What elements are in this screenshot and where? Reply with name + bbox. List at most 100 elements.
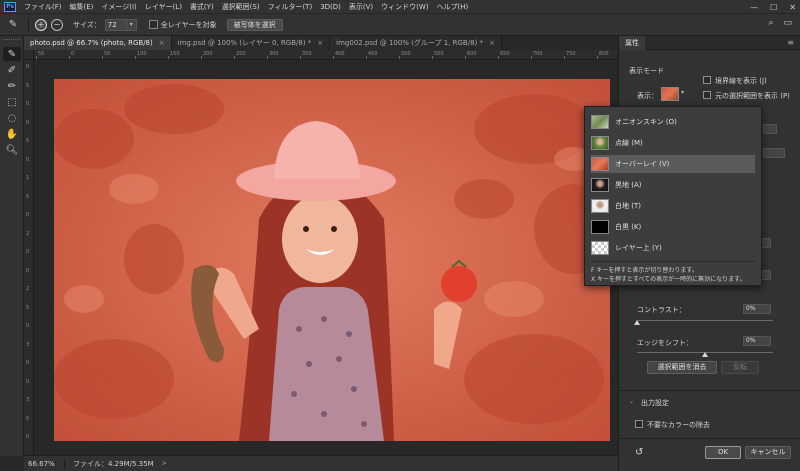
popup-item-on-white[interactable]: 白地 (T)	[591, 197, 755, 215]
mode-field[interactable]	[763, 148, 785, 158]
ruler-top-label: 800	[599, 51, 609, 57]
on-white-thumbnail	[591, 199, 609, 213]
brush-tool-icon[interactable]: ✏	[3, 79, 21, 93]
ruler-top-label: 650	[500, 51, 510, 57]
toolbar-grip[interactable]	[3, 39, 20, 45]
properties-header: 属性 ≡	[619, 35, 800, 50]
size-dropdown-icon[interactable]: ▾	[126, 18, 137, 31]
popup-item-label: オーバーレイ (V)	[615, 160, 670, 168]
ruler-tick	[597, 56, 598, 59]
status-expand-icon[interactable]: >	[162, 460, 167, 467]
menu-3d[interactable]: 3D(D)	[316, 3, 345, 11]
menu-window[interactable]: ウィンドウ(W)	[377, 2, 432, 12]
ruler-left-label: 2	[26, 230, 30, 237]
menu-image[interactable]: イメージ(I)	[97, 2, 140, 12]
black-white-thumbnail	[591, 220, 609, 234]
popup-item-label: オニオンスキン (O)	[615, 118, 677, 126]
popup-note-f-key: F キーを押すと表示が切り替わります。	[591, 267, 698, 274]
contrast-field[interactable]: 0%	[743, 304, 771, 314]
view-mode-thumbnail[interactable]	[661, 87, 679, 101]
ruler-tick	[564, 56, 565, 59]
tab-img002[interactable]: img002.psd @ 100% (グループ 1, RGB/8) * ×	[330, 36, 502, 50]
popup-item-onion-skin[interactable]: オニオンスキン (O)	[591, 113, 755, 131]
panel-menu-icon[interactable]: ≡	[787, 38, 794, 47]
search-icon[interactable]: ⌕	[768, 18, 773, 28]
zoom-level[interactable]: 66.67%	[24, 460, 64, 468]
cancel-button[interactable]: キャンセル	[745, 446, 791, 459]
ruler-tick	[432, 56, 433, 59]
ruler-tick	[168, 56, 169, 59]
hand-tool-icon[interactable]: ✋	[3, 127, 21, 141]
maximize-button[interactable]: ☐	[770, 3, 777, 12]
zoom-tool-icon[interactable]: 🔍︎	[3, 143, 21, 157]
reset-icon[interactable]: ↺	[635, 447, 643, 458]
tab-img[interactable]: img.psd @ 100% (レイヤー 0, RGB/8) * ×	[171, 36, 331, 50]
canvas-area[interactable]	[34, 60, 618, 455]
ruler-left-label: 0	[26, 267, 30, 274]
ruler-top-label: 750	[566, 51, 576, 57]
all-layers-checkbox[interactable]	[148, 20, 158, 29]
show-edges-checkbox[interactable]	[703, 76, 711, 84]
menu-edit[interactable]: 編集(E)	[66, 2, 98, 12]
menu-help[interactable]: ヘルプ(H)	[433, 2, 473, 12]
popup-divider	[591, 261, 755, 262]
ruler-left-label: 0	[26, 360, 30, 366]
all-layers-label: 全レイヤーを対象	[160, 20, 217, 29]
menu-filter[interactable]: フィルター(T)	[264, 2, 317, 12]
menu-layer[interactable]: レイヤー(L)	[141, 2, 186, 12]
refine-edge-brush-icon[interactable]: ✐	[3, 63, 21, 77]
quick-selection-tool-icon[interactable]: ✎	[3, 47, 21, 61]
shift-edge-field[interactable]: 0%	[743, 336, 771, 346]
menu-select[interactable]: 選択範囲(S)	[218, 2, 264, 12]
menu-bar: Ps ファイル(F) 編集(E) イメージ(I) レイヤー(L) 書式(Y) 選…	[0, 0, 800, 14]
window-controls: — ☐ ✕	[750, 0, 796, 14]
popup-item-black-white[interactable]: 白黒 (K)	[591, 218, 755, 236]
ruler-top-label: 0	[71, 51, 75, 57]
tab-properties[interactable]: 属性	[619, 35, 645, 50]
tab-label: img.psd @ 100% (レイヤー 0, RGB/8) *	[177, 39, 312, 47]
ruler-left-label: 0	[26, 212, 30, 218]
select-subject-button[interactable]: 被写体を選択	[226, 18, 283, 31]
brush-preset-icon[interactable]: ✎	[4, 16, 22, 34]
size-input[interactable]: 72	[104, 18, 127, 31]
show-original-checkbox[interactable]	[703, 91, 711, 99]
menu-view[interactable]: 表示(V)	[345, 2, 377, 12]
contrast-slider-knob[interactable]	[634, 320, 640, 325]
popup-item-on-black[interactable]: 黒地 (A)	[591, 176, 755, 194]
ok-button[interactable]: OK	[705, 446, 741, 459]
ruler-top-label: 600	[467, 51, 477, 57]
popup-item-marching-ants[interactable]: 点線 (M)	[591, 134, 755, 152]
output-settings-chevron-icon[interactable]: ⌄	[629, 398, 634, 405]
popup-item-on-layers[interactable]: レイヤー上 (Y)	[591, 239, 755, 257]
contrast-slider[interactable]	[637, 320, 773, 321]
ruler-tick	[234, 56, 235, 59]
popup-item-label: 黒地 (A)	[615, 181, 642, 189]
ruler-tick	[201, 56, 202, 59]
popup-item-overlay[interactable]: オーバーレイ (V)	[591, 155, 755, 173]
brush-subtract-icon[interactable]: −	[51, 18, 63, 31]
tab-close-icon[interactable]: ×	[159, 39, 165, 47]
clear-selection-button[interactable]: 選択範囲を消去	[647, 361, 717, 374]
tab-close-icon[interactable]: ×	[317, 39, 323, 47]
tab-close-icon[interactable]: ×	[489, 39, 495, 47]
decontaminate-checkbox[interactable]	[635, 420, 643, 428]
menu-file[interactable]: ファイル(F)	[20, 2, 66, 12]
view-mode-dropdown-icon[interactable]: ▾	[681, 89, 684, 96]
lasso-tool-icon[interactable]: ◌	[3, 111, 21, 125]
status-divider	[64, 458, 65, 469]
workspace-icon[interactable]: ▭	[783, 18, 792, 28]
tab-photo[interactable]: photo.psd @ 66.7% (photo, RGB/8) ×	[24, 36, 172, 50]
document-image[interactable]	[54, 79, 610, 441]
tool-panel: ✎ ✐ ✏ ⬚ ◌ ✋ 🔍︎	[0, 36, 24, 456]
close-button[interactable]: ✕	[789, 3, 796, 12]
minimize-button[interactable]: —	[750, 3, 758, 12]
output-settings-label[interactable]: 出力設定	[641, 398, 669, 408]
shift-edge-slider-knob[interactable]	[702, 352, 708, 357]
object-selection-tool-icon[interactable]: ⬚	[3, 95, 21, 109]
ruler-top-label: 500	[401, 51, 411, 57]
status-bar: 66.67% ファイル：4.29M/5.35M >	[24, 455, 618, 471]
invert-button[interactable]: 反転	[721, 361, 759, 374]
brush-add-icon[interactable]: +	[35, 18, 47, 31]
menu-type[interactable]: 書式(Y)	[186, 2, 218, 12]
radius-field[interactable]	[763, 124, 777, 134]
